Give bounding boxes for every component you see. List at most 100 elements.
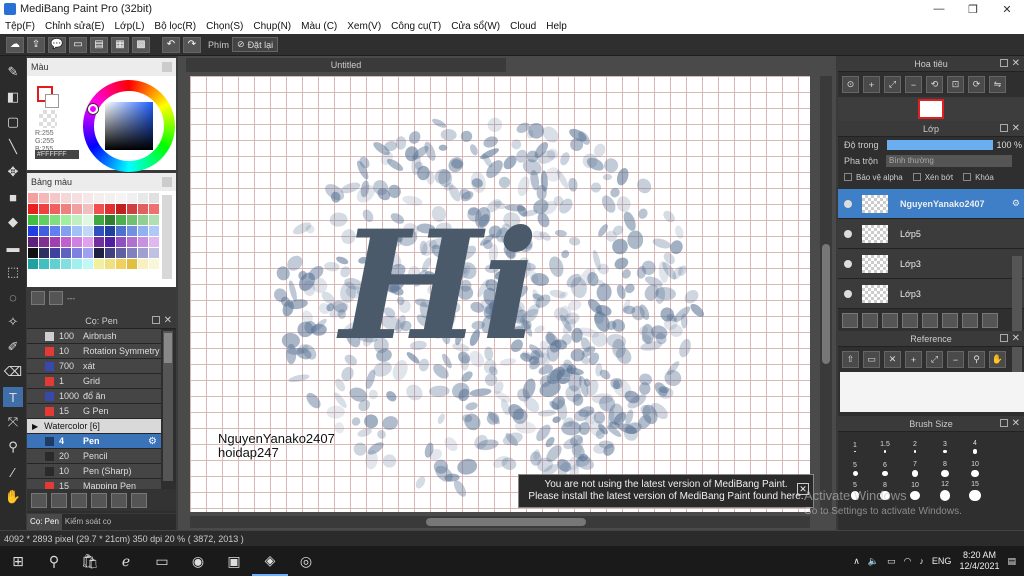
palette-swatch[interactable] [39, 248, 49, 258]
reset-button[interactable]: ⊘ Đặt lại [232, 37, 279, 52]
gear-icon[interactable]: ⚙ [1012, 198, 1020, 209]
chat-icon[interactable]: ▭ [69, 36, 87, 53]
popout-icon[interactable] [1000, 419, 1008, 427]
palette-swatch[interactable] [105, 259, 115, 269]
clipping-option[interactable]: Xén bớt [912, 173, 953, 182]
palette-swatch[interactable] [28, 193, 38, 203]
redo-icon[interactable]: ↷ [183, 36, 201, 53]
rotate-left-icon[interactable]: ⟲ [926, 76, 943, 93]
palette-swatch[interactable] [28, 226, 38, 236]
palette-swatch[interactable] [127, 259, 137, 269]
new-8bit-layer-icon[interactable] [882, 313, 898, 328]
palette-swatch[interactable] [72, 204, 82, 214]
move-tool-icon[interactable]: ✥ [3, 162, 23, 182]
new-brush-icon[interactable] [51, 492, 67, 508]
duplicate-brush-icon[interactable] [131, 492, 147, 508]
medibang-taskbar-icon[interactable]: ◈ [252, 546, 288, 576]
menu-tools[interactable]: Công cụ(T) [386, 21, 446, 32]
palette-swatch[interactable] [50, 259, 60, 269]
brush-row[interactable]: 700 xát [27, 359, 161, 374]
gear-icon[interactable]: ⚙ [148, 436, 157, 447]
select-pen-icon[interactable]: ✐ [3, 337, 23, 357]
menu-layer[interactable]: Lớp(L) [110, 21, 150, 32]
palette-swatch[interactable] [105, 237, 115, 247]
palette-swatch[interactable] [127, 215, 137, 225]
line-tool-icon[interactable]: ╲ [3, 137, 23, 157]
collapse-icon[interactable] [162, 177, 172, 187]
palette-swatch[interactable] [105, 204, 115, 214]
brush-settings-icon[interactable] [31, 492, 47, 508]
language-indicator[interactable]: ENG [932, 556, 952, 566]
search-icon[interactable]: ⚲ [36, 546, 72, 576]
brush-row[interactable]: 1 Grid [27, 374, 161, 389]
palette-swatch[interactable] [28, 215, 38, 225]
palette-swatch[interactable] [61, 204, 71, 214]
brush-tool-icon[interactable]: ✎ [3, 62, 23, 82]
palette-swatch[interactable] [149, 193, 159, 203]
popout-icon[interactable] [1000, 59, 1008, 67]
palette-swatch[interactable] [61, 259, 71, 269]
zoom-in-icon[interactable]: + [863, 76, 880, 93]
document-tab[interactable]: Untitled [186, 58, 506, 72]
palette-swatch[interactable] [61, 226, 71, 236]
palette-swatch[interactable] [61, 248, 71, 258]
brush-size-option[interactable]: 3 [930, 436, 960, 458]
comment-icon[interactable]: 💬 [48, 36, 66, 53]
menu-edit[interactable]: Chỉnh sửa(E) [40, 21, 110, 32]
palette-swatch[interactable] [149, 248, 159, 258]
palette-swatch[interactable] [50, 193, 60, 203]
notification-icon[interactable]: ▤ [1007, 556, 1016, 567]
palette-swatch[interactable] [72, 237, 82, 247]
palette-swatch[interactable] [39, 237, 49, 247]
new-halftone-layer-icon[interactable] [862, 313, 878, 328]
grid-icon[interactable]: ▩ [132, 36, 150, 53]
select-eraser-icon[interactable]: ⌫ [3, 362, 23, 382]
rectangle-tool-icon[interactable]: ▢ [3, 112, 23, 132]
palette-swatch[interactable] [50, 204, 60, 214]
eraser-tool-icon[interactable]: ◧ [3, 87, 23, 107]
chevron-up-icon[interactable]: ∧ [853, 556, 860, 567]
reference-eyedropper-icon[interactable]: ⚲ [968, 351, 985, 368]
palette-swatch[interactable] [138, 226, 148, 236]
reference-close-icon[interactable]: ✕ [884, 351, 901, 368]
palette-swatch[interactable] [50, 248, 60, 258]
app-icon-1[interactable]: ◉ [180, 546, 216, 576]
battery-icon[interactable]: ▭ [887, 556, 896, 567]
palette-swatch[interactable] [94, 237, 104, 247]
eyedropper-tool-icon[interactable]: ⚲ [3, 437, 23, 457]
fill-rect-tool-icon[interactable]: ■ [3, 187, 23, 207]
palette-swatch[interactable] [83, 204, 93, 214]
lock-checkbox[interactable] [963, 173, 972, 181]
palette-swatch[interactable] [138, 215, 148, 225]
brush-scrollbar[interactable] [163, 331, 173, 481]
palette-swatch[interactable] [105, 248, 115, 258]
expand-arrow-icon[interactable]: ▶ [32, 422, 38, 431]
pen-tool-icon[interactable]: ⁄ [3, 462, 23, 482]
update-notice[interactable]: You are not using the latest version of … [518, 474, 814, 508]
palette-swatch[interactable] [105, 226, 115, 236]
brush-row[interactable]: 10 Rotation Symmetry [27, 344, 161, 359]
palette-swatch[interactable] [94, 259, 104, 269]
palette-swatch[interactable] [83, 193, 93, 203]
palette-swatch[interactable] [149, 204, 159, 214]
speaker-icon[interactable]: ♪ [919, 556, 924, 566]
palette-swatch[interactable] [116, 204, 126, 214]
menu-view[interactable]: Xem(V) [342, 21, 386, 32]
delete-layer-icon[interactable] [982, 313, 998, 328]
brush-size-option[interactable]: 4 [960, 436, 990, 458]
palette-swatch[interactable] [149, 259, 159, 269]
menu-select[interactable]: Chọn(S) [201, 21, 248, 32]
palette-swatch[interactable] [72, 193, 82, 203]
palette-swatch[interactable] [94, 193, 104, 203]
palette-swatch[interactable] [116, 193, 126, 203]
palette-swatch[interactable] [127, 248, 137, 258]
palette-swatch[interactable] [83, 237, 93, 247]
opacity-slider[interactable] [886, 140, 993, 150]
palette-swatch[interactable] [127, 193, 137, 203]
zoom-fit-icon[interactable]: ⊙ [842, 76, 859, 93]
brush-size-option[interactable]: 8 [930, 458, 960, 480]
palette-swatch[interactable] [116, 215, 126, 225]
close-icon[interactable]: ✕ [1012, 333, 1020, 344]
brush-row[interactable]: 4 Pen ⚙ [27, 434, 161, 449]
palette-swatch[interactable] [28, 204, 38, 214]
